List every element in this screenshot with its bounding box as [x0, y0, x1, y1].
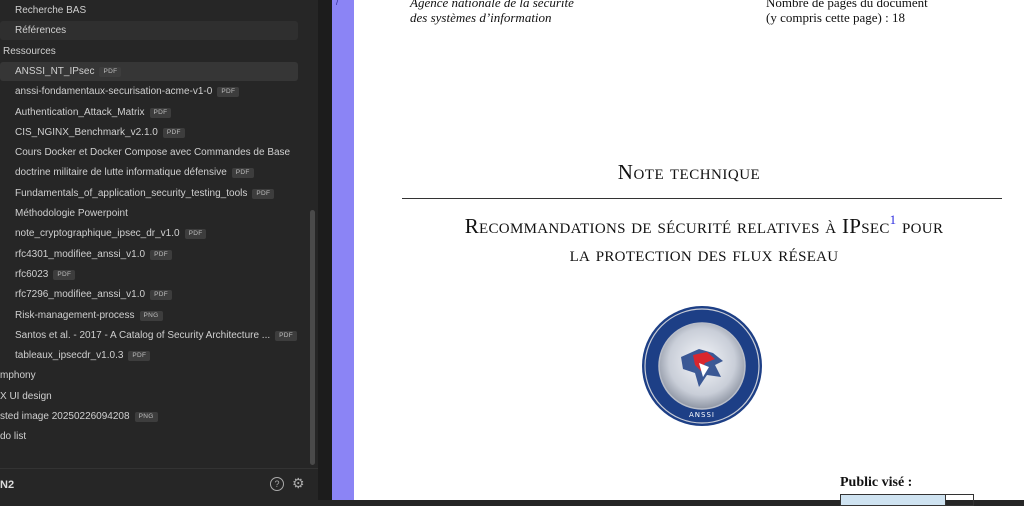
file-type-badge: PDF	[149, 107, 172, 118]
file-type-badge: PDF	[53, 269, 76, 280]
file-type-badge: PDF	[162, 127, 185, 138]
sidebar-item-label: rfc6023	[15, 268, 49, 280]
title-rule	[402, 198, 1002, 199]
sidebar-item-label: Cours Docker et Docker Compose avec Comm…	[15, 147, 291, 159]
title-line-2: la protection des flux réseau	[569, 242, 839, 266]
sidebar-item-label: note_cryptographique_ipsec_dr_v1.0	[15, 228, 180, 240]
sidebar-item[interactable]: Références	[0, 21, 298, 41]
file-type-badge: PDF	[231, 168, 254, 179]
sidebar-item[interactable]: Authentication_Attack_Matrix PDF	[15, 103, 172, 122]
agency-line-2: des systèmes d’information	[410, 10, 552, 25]
sidebar-item[interactable]: sted image 20250226094208 PNG	[0, 407, 158, 426]
sidebar-item[interactable]: anssi-fondamentaux-securisation-acme-v1-…	[15, 82, 240, 101]
sidebar-item-label: doctrine militaire de lutte informatique…	[15, 167, 227, 179]
sidebar-item[interactable]: rfc6023 PDF	[15, 265, 76, 284]
sidebar-item-label: Recherche BAS	[15, 5, 87, 16]
sidebar-item[interactable]: Méthodologie Powerpoint	[15, 204, 128, 223]
file-type-badge: PDF	[252, 188, 275, 199]
sidebar-item[interactable]: Santos et al. - 2017 - A Catalog of Secu…	[15, 326, 298, 345]
file-type-badge: PDF	[217, 87, 240, 98]
sidebar-item[interactable]: rfc7296_modifiee_anssi_v1.0 PDF	[15, 285, 172, 304]
document-title: Recommandations de sécurité relatives à …	[394, 206, 1014, 268]
file-type-badge: PDF	[99, 66, 122, 77]
sidebar-item[interactable]: do list	[0, 427, 26, 446]
sidebar-item-label: Références	[15, 25, 67, 37]
agency-line-1: Agence nationale de la sécurité	[410, 0, 574, 10]
sidebar-item[interactable]: mphony	[0, 366, 36, 385]
file-type-badge: PDF	[150, 290, 172, 301]
sidebar-item[interactable]: ANSSI_NT_IPsec PDF	[0, 61, 298, 81]
help-icon[interactable]: ?	[270, 477, 284, 491]
title-line-1-end: pour	[896, 214, 944, 238]
sidebar-item-label: X UI design	[0, 390, 52, 402]
sidebar-item-label: Méthodologie Powerpoint	[15, 208, 128, 219]
page-count-line-1: Nombre de pages du document	[766, 0, 928, 10]
sidebar-item-label: Risk-management-process	[15, 309, 135, 321]
public-label: Public visé :	[840, 475, 913, 490]
anssi-seal-icon: ANSSI	[642, 306, 762, 426]
sidebar-item[interactable]: Ressources	[3, 42, 56, 61]
sidebar-footer: N2 ? ⚙	[0, 468, 318, 501]
sidebar-item-label: ANSSI_NT_IPsec	[15, 65, 95, 77]
file-type-badge: PNG	[139, 310, 163, 321]
sidebar-item-label: tableaux_ipsecdr_v1.0.3	[15, 350, 124, 362]
sidebar-item-label: anssi-fondamentaux-securisation-acme-v1-…	[15, 86, 213, 98]
gear-icon[interactable]: ⚙	[292, 476, 305, 490]
sidebar-item[interactable]: Fundamentals_of_application_security_tes…	[15, 184, 275, 203]
page-count: Nombre de pages du document (y compris c…	[766, 0, 928, 25]
file-type-badge: PDF	[275, 330, 298, 341]
sidebar-item-label: Ressources	[3, 45, 56, 57]
page-count-line-2: (y compris cette page) : 18	[766, 10, 905, 25]
sidebar-scrollbar[interactable]	[310, 210, 315, 465]
title-line-1: Recommandations de sécurité relatives à …	[464, 214, 890, 238]
sidebar-item-label: Fundamentals_of_application_security_tes…	[15, 187, 248, 199]
agency-name: Agence nationale de la sécurité des syst…	[410, 0, 574, 25]
sidebar-item[interactable]: note_cryptographique_ipsec_dr_v1.0 PDF	[15, 224, 207, 243]
sidebar-item[interactable]: doctrine militaire de lutte informatique…	[15, 163, 254, 182]
svg-text:ANSSI: ANSSI	[689, 411, 715, 419]
note-title: Note technique	[617, 160, 761, 184]
sidebar-item-label: do list	[0, 431, 27, 443]
panel-divider[interactable]	[318, 0, 332, 500]
vault-name[interactable]: N2	[0, 479, 14, 491]
file-type-badge: PDF	[184, 229, 207, 240]
sidebar-item-label: sted image 20250226094208	[0, 411, 130, 422]
sidebar-item-label: Santos et al. - 2017 - A Catalog of Secu…	[15, 329, 271, 341]
pdf-page[interactable]: Agence nationale de la sécurité des syst…	[354, 0, 1024, 506]
sidebar-item[interactable]: CIS_NGINX_Benchmark_v2.1.0 PDF	[15, 123, 185, 142]
sidebar-item[interactable]: rfc4301_modifiee_anssi_v1.0 PDF	[15, 245, 172, 264]
sidebar-item[interactable]: X UI design	[0, 387, 52, 406]
sidebar-item[interactable]: tableaux_ipsecdr_v1.0.3 PDF	[15, 346, 151, 365]
sidebar-item-label: Authentication_Attack_Matrix	[15, 106, 145, 118]
audience-table	[840, 494, 974, 506]
file-explorer-sidebar: Recherche BAS Références Ressources ANSSI_N…	[0, 0, 318, 500]
sidebar-item[interactable]: Cours Docker et Docker Compose avec Comm…	[15, 143, 290, 162]
sidebar-item-label: rfc7296_modifiee_anssi_v1.0	[15, 289, 146, 301]
file-type-badge: PDF	[128, 351, 151, 362]
sidebar-item-label: mphony	[0, 370, 36, 382]
sidebar-item-label: CIS_NGINX_Benchmark_v2.1.0	[15, 126, 158, 138]
file-type-badge: PDF	[150, 249, 172, 260]
sidebar-item[interactable]: Recherche BAS	[15, 1, 86, 20]
sidebar-item[interactable]: Risk-management-process PNG	[15, 306, 163, 325]
file-type-badge: PNG	[134, 412, 158, 422]
viewer-edge-mark: /	[336, 0, 339, 7]
sidebar-item-label: rfc4301_modifiee_anssi_v1.0	[15, 248, 146, 260]
